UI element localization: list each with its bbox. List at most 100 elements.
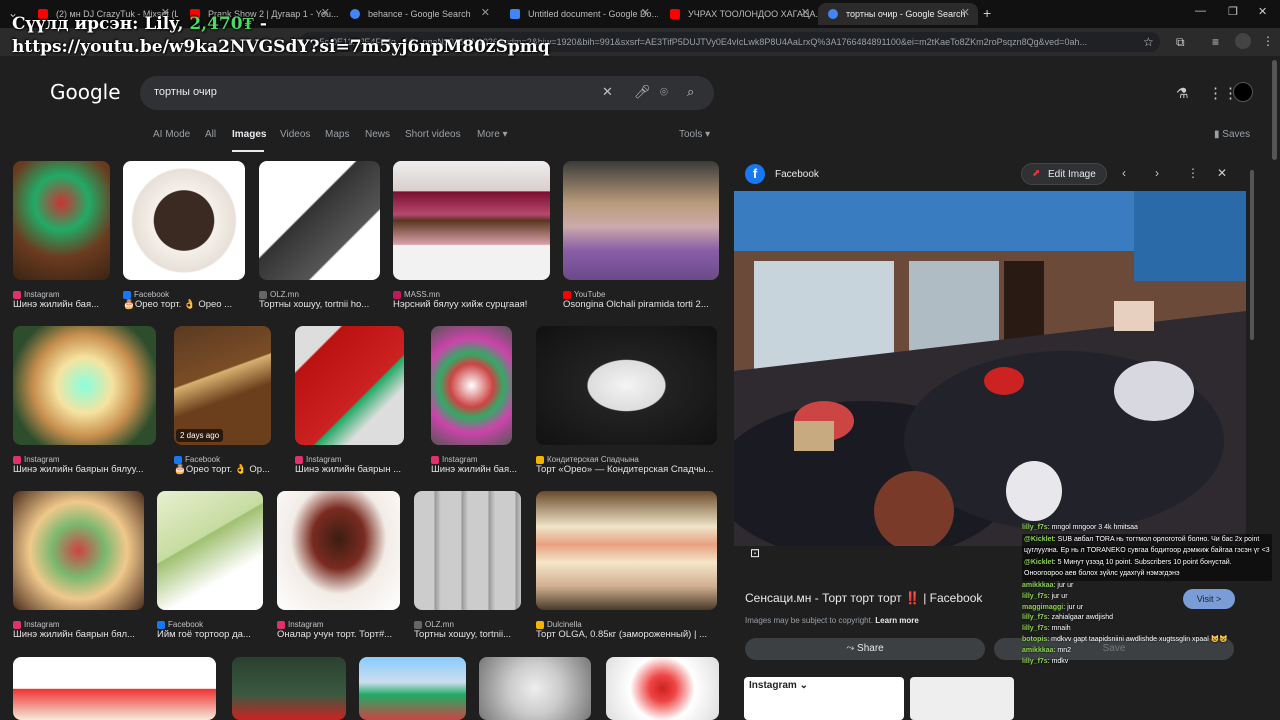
result-image[interactable] [393, 161, 550, 280]
more-options-icon[interactable]: ⋮ [1187, 166, 1199, 180]
result-caption[interactable]: Шинэ жилийн баярын ... [295, 464, 412, 475]
result-image[interactable] [13, 326, 156, 445]
result-source[interactable]: Instagram [431, 455, 478, 464]
result-image[interactable] [359, 657, 466, 720]
result-caption[interactable]: Торт OLGA, 0.85кг (замороженный) | ... [536, 629, 725, 640]
page-scrollbar[interactable] [1272, 60, 1277, 160]
result-caption[interactable]: Ийм гоё тортоор да... [157, 629, 271, 640]
result-image[interactable] [259, 161, 380, 280]
result-caption[interactable]: Шинэ жилийн бая... [431, 464, 520, 475]
result-image[interactable] [174, 326, 271, 445]
result-image[interactable] [606, 657, 719, 720]
browser-tab-active[interactable]: тортны очир - Google Search ✕ [818, 3, 978, 25]
result-image[interactable] [536, 326, 717, 445]
result-source[interactable]: Dulcinella [536, 620, 582, 629]
result-image[interactable] [277, 491, 400, 610]
saves-button[interactable]: ▮ Saves [1214, 129, 1250, 140]
close-icon[interactable]: ✕ [641, 6, 650, 19]
result-caption[interactable]: Шинэ жилийн баярын бял... [13, 629, 152, 640]
search-box[interactable]: тортны очир ✕ 🎤︎ ⌾ ⌕ [140, 76, 714, 110]
result-source[interactable]: YouTube [563, 290, 605, 299]
visual-search-icon[interactable]: ⊡ [750, 546, 760, 560]
bookmark-star-icon[interactable]: ☆ [1143, 35, 1154, 49]
result-caption[interactable]: Оналар учун торт. Торт#... [277, 629, 408, 640]
tab-videos[interactable]: Videos [280, 129, 310, 140]
result-caption[interactable]: 🎂Орео торт. 👌 Орео ... [123, 299, 253, 310]
maximize-icon[interactable]: ❐ [1228, 5, 1238, 18]
tools-button[interactable]: Tools ▾ [679, 129, 710, 140]
result-caption[interactable]: Шинэ жилийн бая... [13, 299, 118, 310]
edit-image-button[interactable]: ⬈ Edit Image [1021, 163, 1107, 185]
search-icon[interactable]: ⌕ [687, 84, 694, 100]
tab-all[interactable]: All [205, 129, 216, 140]
browser-tab[interactable]: УЧРАХ ТООЛОНДОО ХАГАЦА... ✕ [660, 3, 818, 25]
prev-arrow-icon[interactable]: ‹ [1122, 166, 1126, 180]
result-image[interactable] [295, 326, 404, 445]
result-caption[interactable]: 🎂Орео торт. 👌 Ор... [174, 464, 279, 475]
microphone-icon[interactable]: 🎤︎ [634, 84, 651, 100]
tab-ai-mode[interactable]: AI Mode [153, 129, 190, 140]
related-result[interactable]: Instagram ⌄ [744, 677, 904, 720]
result-source[interactable]: Instagram [277, 620, 324, 629]
result-source[interactable]: Кондитерская Спадчына [536, 455, 639, 464]
tab-news[interactable]: News [365, 129, 390, 140]
result-image[interactable] [479, 657, 591, 720]
source-label: Facebook [168, 620, 204, 629]
result-image[interactable] [13, 491, 144, 610]
tab-maps[interactable]: Maps [325, 129, 349, 140]
extensions-icon[interactable]: ⧉ [1176, 35, 1185, 50]
result-source[interactable]: Facebook [157, 620, 203, 629]
tab-short-videos[interactable]: Short videos [405, 129, 461, 140]
result-caption[interactable]: Тортны хошуу, tortnii ho... [259, 299, 388, 310]
result-image[interactable] [123, 161, 245, 280]
minimize-icon[interactable]: — [1195, 5, 1206, 17]
tab-more[interactable]: More ▾ [477, 129, 508, 140]
menu-icon[interactable]: ⋮ [1262, 34, 1274, 48]
result-source[interactable]: Instagram [295, 455, 342, 464]
result-image[interactable] [157, 491, 263, 610]
google-logo[interactable]: Google [50, 80, 121, 104]
clear-icon[interactable]: ✕ [602, 84, 613, 100]
result-source[interactable]: Instagram [13, 620, 60, 629]
learn-more-link[interactable]: Learn more [875, 616, 919, 625]
result-image[interactable] [232, 657, 346, 720]
new-tab-button[interactable]: + [983, 5, 991, 21]
result-source[interactable]: OLZ.mn [259, 290, 299, 299]
result-caption[interactable]: Нэрсний бялуу хийж сурцгаая! [393, 299, 558, 310]
result-image[interactable] [536, 491, 717, 610]
close-panel-icon[interactable]: ✕ [1217, 166, 1227, 180]
result-source[interactable]: OLZ.mn [414, 620, 454, 629]
profile-avatar[interactable] [1235, 33, 1251, 49]
panel-source[interactable]: f Facebook [745, 164, 819, 184]
reading-list-icon[interactable]: ≡ [1212, 35, 1219, 49]
result-image[interactable] [414, 491, 521, 610]
next-arrow-icon[interactable]: › [1155, 166, 1159, 180]
panel-title[interactable]: Сенсаци.мн - Торт торт торт ‼️ | Faceboo… [745, 591, 982, 605]
labs-icon[interactable]: ⚗ [1176, 85, 1189, 102]
account-avatar[interactable] [1233, 82, 1253, 102]
panel-scrollbar[interactable] [1250, 170, 1254, 340]
close-icon[interactable]: ✕ [961, 6, 970, 19]
result-source[interactable]: Instagram [13, 455, 60, 464]
close-window-icon[interactable]: ✕ [1258, 5, 1267, 18]
related-result[interactable] [910, 677, 1014, 720]
search-input[interactable]: тортны очир [154, 86, 217, 98]
close-icon[interactable]: ✕ [801, 6, 810, 19]
share-button[interactable]: ⤳ Share [745, 638, 985, 660]
result-image[interactable] [431, 326, 512, 445]
result-caption[interactable]: Шинэ жилийн баярын бялуу... [13, 464, 164, 475]
result-image[interactable] [563, 161, 719, 280]
lens-icon[interactable]: ⌾ [660, 84, 668, 100]
result-caption[interactable]: Торт «Орео» — Кондитерская Спадчы... [536, 464, 725, 475]
result-source[interactable]: Facebook [174, 455, 220, 464]
result-source[interactable]: Instagram [13, 290, 60, 299]
result-caption[interactable]: Тортны хошуу, tortnii... [414, 629, 529, 640]
result-image[interactable] [13, 161, 110, 280]
result-source[interactable]: MASS.mn [393, 290, 440, 299]
result-image[interactable] [13, 657, 216, 720]
preview-image[interactable] [734, 191, 1246, 546]
tab-images[interactable]: Images [232, 129, 266, 140]
source-label: Facebook [185, 455, 221, 464]
result-caption[interactable]: Osongina Olchali piramida torti 2... [563, 299, 727, 310]
result-source[interactable]: Facebook [123, 290, 169, 299]
